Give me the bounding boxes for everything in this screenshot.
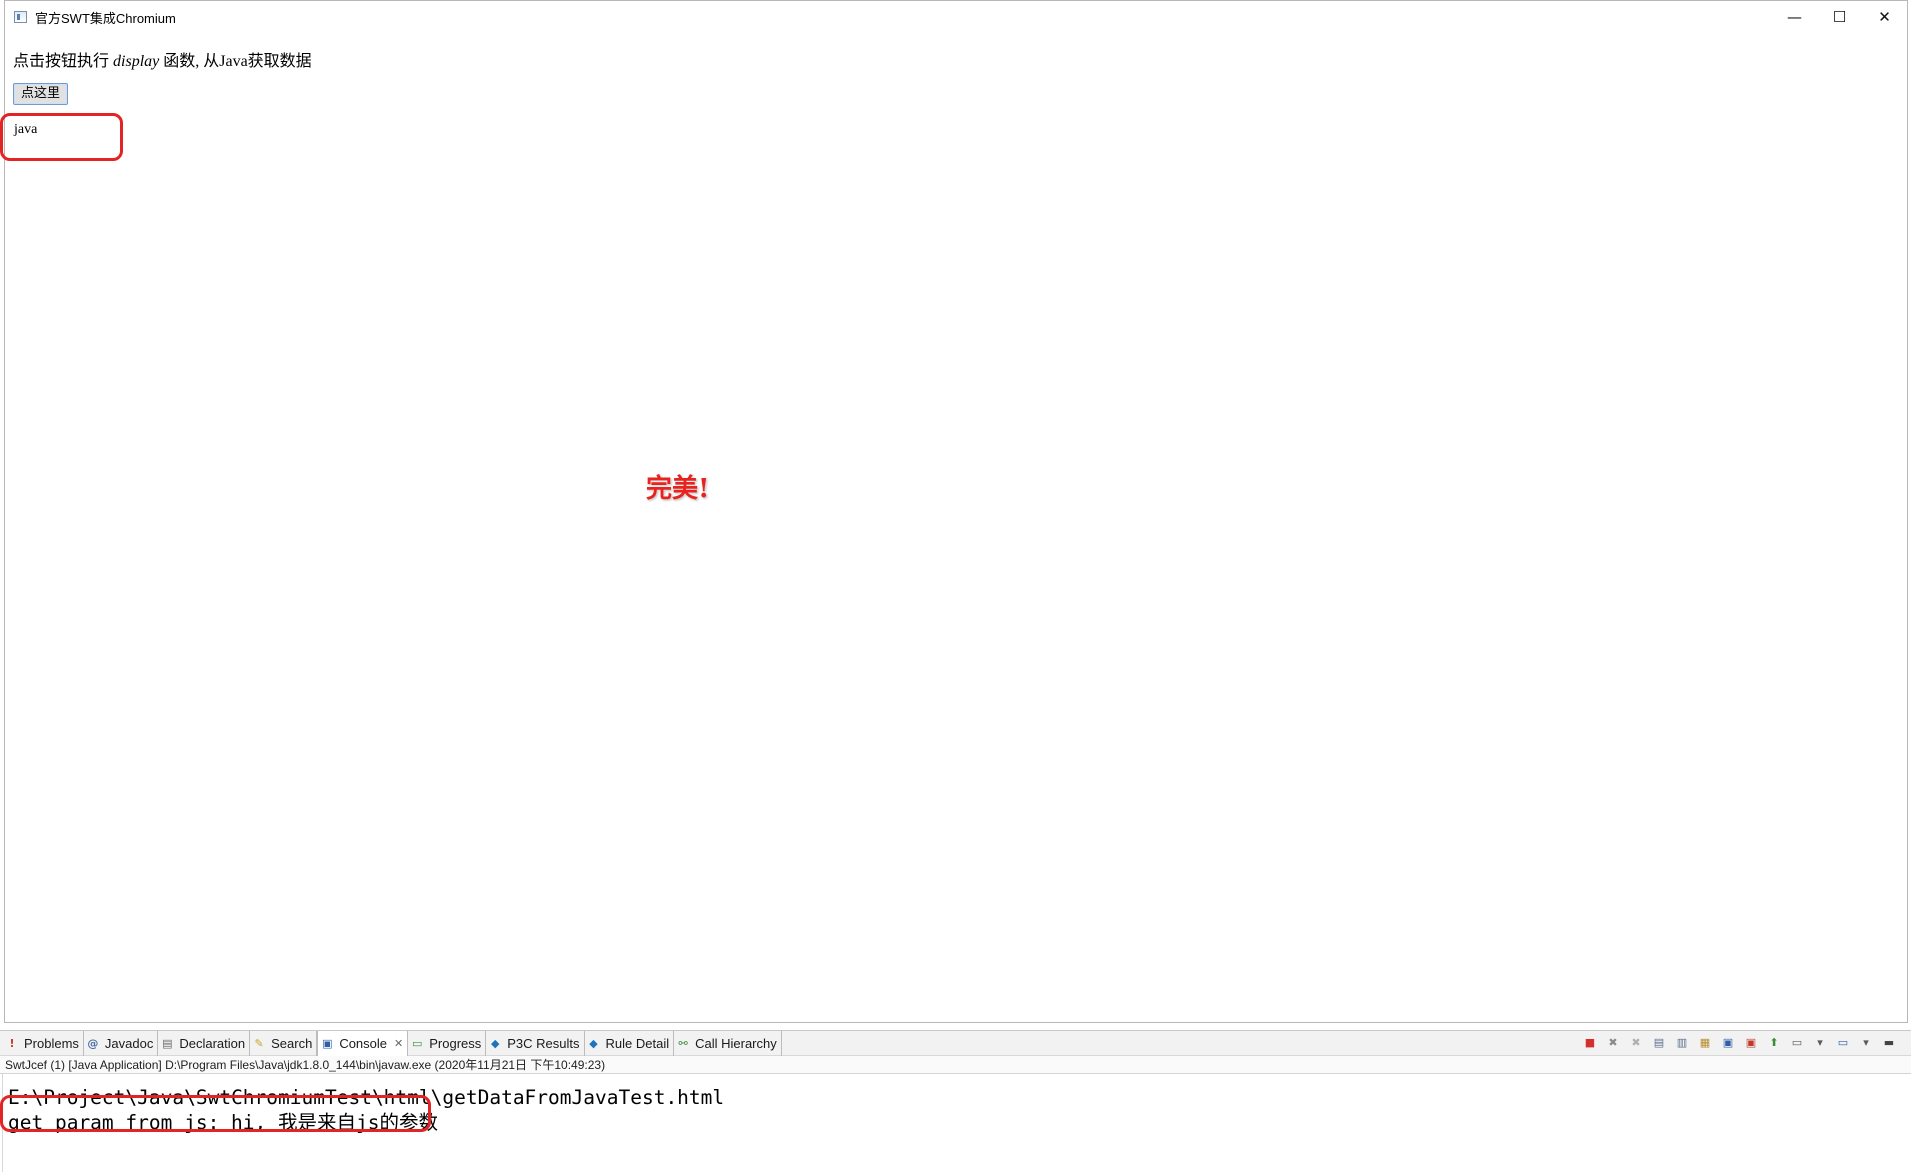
scroll-lock-icon[interactable]: ▥ xyxy=(1674,1034,1690,1050)
problems-icon: ! xyxy=(9,1037,15,1050)
window-icon xyxy=(14,11,27,23)
tab-console[interactable]: ▣ Console ✕ xyxy=(317,1031,409,1056)
tab-label: Problems xyxy=(24,1036,79,1051)
tab-label: Rule Detail xyxy=(605,1036,670,1051)
console-icon: ▣ xyxy=(322,1037,333,1050)
click-here-button[interactable]: 点这里 xyxy=(13,83,69,105)
perfect-annotation: 完美! xyxy=(646,474,710,504)
search-icon: ✎ xyxy=(254,1037,264,1050)
pin-console-icon[interactable]: ⬆ xyxy=(1766,1034,1782,1050)
tab-label: Search xyxy=(271,1036,313,1051)
maximize-icon: ☐ xyxy=(1832,8,1847,26)
close-button[interactable]: ✕ xyxy=(1862,1,1907,33)
tab-p3c-results[interactable]: ◆ P3C Results xyxy=(486,1031,585,1056)
console-status: SwtJcef (1) [Java Application] D:\Progra… xyxy=(0,1056,1911,1074)
terminate-icon[interactable]: ■ xyxy=(1582,1034,1598,1050)
minimize-icon: — xyxy=(1787,8,1802,26)
eclipse-views-bar: ! Problems @ Javadoc ▤ Declaration ✎ Search ▣ Con… xyxy=(0,1030,1911,1056)
rule-detail-icon: ◆ xyxy=(589,1037,598,1050)
minimize-button[interactable]: — xyxy=(1772,1,1817,33)
swt-browser-window: 官方SWT集成Chromium — ☐ ✕ 点击按钮执行 display 函数,… xyxy=(4,0,1908,1023)
show-on-error-icon[interactable]: ▣ xyxy=(1743,1034,1759,1050)
tab-progress[interactable]: ▭ Progress xyxy=(408,1031,487,1056)
tab-call-hierarchy[interactable]: ⚯ Call Hierarchy xyxy=(674,1031,782,1056)
tab-javadoc[interactable]: @ Javadoc xyxy=(84,1031,159,1056)
new-console-icon[interactable]: ▭ xyxy=(1835,1034,1851,1050)
tab-label: Console xyxy=(339,1036,388,1051)
instruction-prefix: 点击按钮执行 xyxy=(13,53,114,70)
tab-problems[interactable]: ! Problems xyxy=(3,1031,84,1056)
new-console-dropdown-icon[interactable]: ▾ xyxy=(1858,1034,1874,1050)
tab-search[interactable]: ✎ Search xyxy=(250,1031,318,1056)
instruction-code: display xyxy=(113,53,160,70)
console-highlight-box xyxy=(0,1095,431,1132)
close-icon: ✕ xyxy=(1878,8,1891,26)
tab-rule-detail[interactable]: ◆ Rule Detail xyxy=(585,1031,675,1056)
instruction-text: 点击按钮执行 display 函数, 从Java获取数据 xyxy=(13,47,312,71)
title-bar[interactable]: 官方SWT集成Chromium — ☐ ✕ xyxy=(5,1,1907,33)
view-tabs: ! Problems @ Javadoc ▤ Declaration ✎ Search ▣ Con… xyxy=(3,1031,782,1056)
display-dropdown-icon[interactable]: ▾ xyxy=(1812,1034,1828,1050)
tab-label: Call Hierarchy xyxy=(695,1036,777,1051)
word-wrap-icon[interactable]: ▦ xyxy=(1697,1034,1713,1050)
console-toolbar: ■ ✖ ✖ ▤ ▥ ▦ ▣ ▣ ⬆ ▭ ▾ ▭ ▾ ▬ xyxy=(1582,1034,1897,1050)
tab-label: Declaration xyxy=(179,1036,246,1051)
javadoc-icon: @ xyxy=(87,1037,99,1050)
remove-launch-icon[interactable]: ✖ xyxy=(1605,1034,1621,1050)
p3c-icon: ◆ xyxy=(491,1037,500,1050)
clear-console-icon[interactable]: ▤ xyxy=(1651,1034,1667,1050)
tab-label: Progress xyxy=(429,1036,482,1051)
instruction-suffix: 函数, 从Java获取数据 xyxy=(159,53,312,70)
call-hierarchy-icon: ⚯ xyxy=(678,1037,688,1050)
close-tab-icon[interactable]: ✕ xyxy=(394,1037,403,1050)
minimize-view-icon[interactable]: ▬ xyxy=(1881,1034,1897,1050)
tab-label: Javadoc xyxy=(104,1036,154,1051)
declaration-icon: ▤ xyxy=(162,1037,173,1050)
progress-icon: ▭ xyxy=(412,1037,423,1050)
maximize-button[interactable]: ☐ xyxy=(1817,1,1862,33)
remove-all-icon[interactable]: ✖ xyxy=(1628,1034,1644,1050)
tab-declaration[interactable]: ▤ Declaration xyxy=(158,1031,251,1056)
window-controls: — ☐ ✕ xyxy=(1772,1,1907,33)
show-on-output-icon[interactable]: ▣ xyxy=(1720,1034,1736,1050)
window-title: 官方SWT集成Chromium xyxy=(35,10,176,26)
tab-label: P3C Results xyxy=(507,1036,580,1051)
result-highlight-box xyxy=(0,113,123,161)
display-console-icon[interactable]: ▭ xyxy=(1789,1034,1805,1050)
